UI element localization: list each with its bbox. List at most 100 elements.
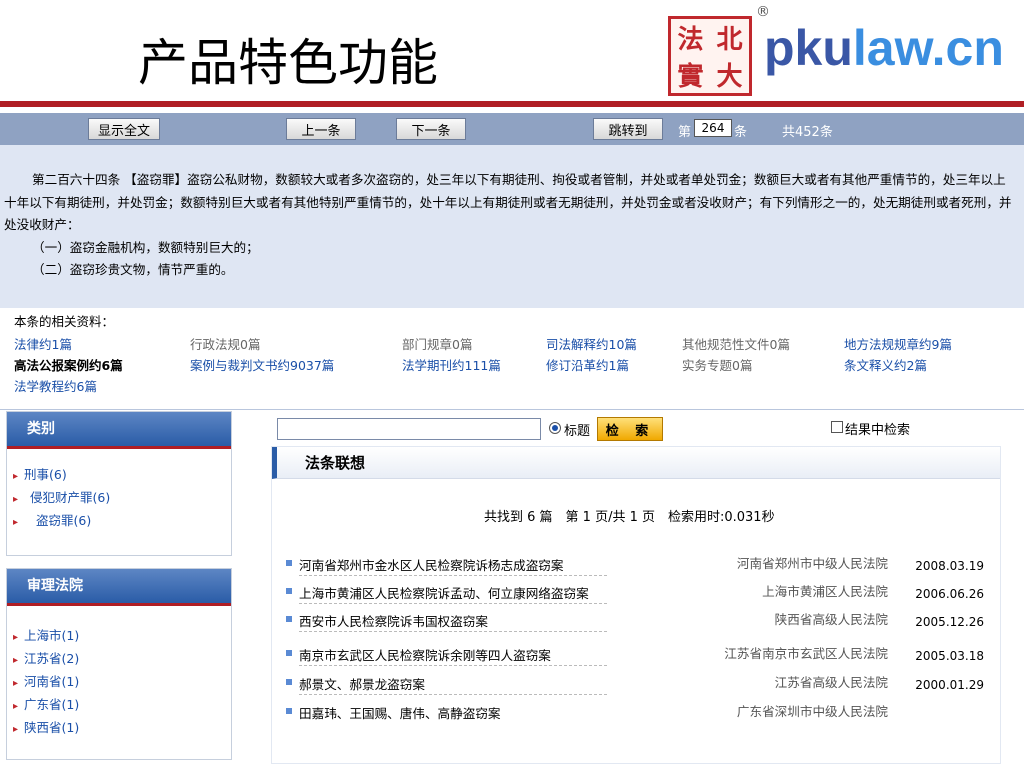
- article-paragraph: 第二百六十四条 【盗窃罪】盗窃公私财物，数额较大或者多次盗窃的，处三年以下有期徒…: [4, 172, 1012, 232]
- related-link-laws[interactable]: 法律约1篇: [14, 334, 72, 353]
- result-row: 田嘉玮、王国赐、唐伟、高静盗窃案 广东省深圳市中级人民法院: [286, 701, 992, 725]
- category-item[interactable]: ▸ 刑事(6): [13, 463, 231, 486]
- category-panel: 类别 ▸ 刑事(6) ▸ 侵犯财产罪(6) ▸ 盗窃罪(6): [6, 411, 232, 556]
- pkulaw-wordmark: pkulaw.cn: [764, 18, 1004, 78]
- related-link-practice-topics[interactable]: 实务专题0篇: [682, 355, 752, 374]
- court-item[interactable]: ▸ 江苏省(2): [13, 647, 231, 670]
- result-title-link[interactable]: 田嘉玮、王国赐、唐伟、高静盗窃案: [299, 703, 501, 722]
- seal-char: 法: [677, 25, 704, 55]
- result-date: 2005.12.26: [915, 615, 984, 629]
- related-link-journals[interactable]: 法学期刊约111篇: [402, 355, 501, 374]
- court-label: 江苏省(2): [24, 651, 80, 666]
- row-divider: [299, 631, 607, 632]
- court-label: 陕西省(1): [24, 720, 80, 735]
- result-row: 上海市黄浦区人民检察院诉孟动、何立康网络盗窃案 上海市黄浦区人民法院 2006.…: [286, 581, 992, 605]
- related-link-local-regs[interactable]: 地方法规规章约9篇: [844, 334, 952, 353]
- row-divider: [299, 603, 607, 604]
- arrow-right-icon: ▸: [13, 494, 19, 505]
- court-item[interactable]: ▸ 河南省(1): [13, 670, 231, 693]
- goto-button[interactable]: 跳转到: [593, 118, 663, 140]
- result-date: 2000.01.29: [915, 678, 984, 692]
- court-label: 广东省(1): [24, 697, 80, 712]
- results-panel: 法条联想 共找到 6 篇 第 1 页/共 1 页 检索用时:0.031秒 河南省…: [271, 446, 1001, 764]
- title-radio[interactable]: [549, 422, 561, 434]
- category-label: 侵犯财产罪(6): [30, 490, 111, 505]
- court-item[interactable]: ▸ 陕西省(1): [13, 716, 231, 739]
- result-date: 2005.03.18: [915, 649, 984, 663]
- title-divider: [0, 101, 1024, 107]
- category-label: 刑事(6): [24, 467, 67, 482]
- related-link-textbooks[interactable]: 法学教程约6篇: [14, 376, 97, 395]
- row-divider: [299, 694, 607, 695]
- article-navbar: 显示全文 上一条 下一条 跳转到 第 264 条 共452条: [0, 113, 1024, 145]
- bullet-icon: [286, 588, 292, 594]
- arrow-right-icon: ▸: [13, 701, 19, 712]
- bullet-icon: [286, 616, 292, 622]
- slide-title: 产品特色功能: [138, 34, 438, 92]
- search-within-results-label: 结果中检索: [845, 423, 911, 438]
- result-court: 江苏省高级人民法院: [774, 675, 888, 690]
- related-link-admin-regs[interactable]: 行政法规0篇: [190, 334, 260, 353]
- court-item[interactable]: ▸ 广东省(1): [13, 693, 231, 716]
- category-title: 类别: [7, 412, 231, 449]
- seal-char: 北: [716, 25, 743, 55]
- wordmark-law: law.cn: [852, 20, 1004, 76]
- wordmark-pk: pku: [764, 20, 853, 76]
- court-label: 河南省(1): [24, 674, 80, 689]
- prev-item-button[interactable]: 上一条: [286, 118, 356, 140]
- result-date: 2008.03.19: [915, 559, 984, 573]
- related-materials: 本条的相关资料： 法律约1篇 行政法规0篇 部门规章0篇 司法解释约10篇 其他…: [14, 312, 1014, 395]
- category-item[interactable]: ▸ 侵犯财产罪(6): [13, 486, 231, 509]
- seal-char: 實: [677, 62, 704, 92]
- bullet-icon: [286, 650, 292, 656]
- arrow-right-icon: ▸: [13, 655, 19, 666]
- result-court: 河南省郑州市中级人民法院: [736, 556, 888, 571]
- court-title: 审理法院: [7, 569, 231, 606]
- article-item: （二）盗窃珍贵文物，情节严重的。: [32, 262, 234, 277]
- court-item[interactable]: ▸ 上海市(1): [13, 624, 231, 647]
- related-link-other-normative-docs[interactable]: 其他规范性文件0篇: [682, 334, 790, 353]
- result-court: 陕西省高级人民法院: [774, 612, 888, 627]
- result-date: 2006.06.26: [915, 587, 984, 601]
- total-count: 共452条: [782, 125, 833, 140]
- article-item: （一）盗窃金融机构，数额特别巨大的；: [32, 239, 259, 255]
- pkulaw-seal-logo: 法 北 實 大: [668, 16, 752, 96]
- arrow-right-icon: ▸: [13, 517, 19, 528]
- arrow-right-icon: ▸: [13, 724, 19, 735]
- result-title-link[interactable]: 上海市黄浦区人民检察院诉孟动、何立康网络盗窃案: [299, 583, 589, 602]
- related-link-annotations[interactable]: 条文释义约2篇: [844, 355, 927, 374]
- court-label: 上海市(1): [24, 628, 80, 643]
- result-title-link[interactable]: 郝景文、郝景龙盗窃案: [299, 674, 425, 693]
- arrow-right-icon: ▸: [13, 678, 19, 689]
- result-title-link[interactable]: 南京市玄武区人民检察院诉余刚等四人盗窃案: [299, 645, 551, 664]
- search-input[interactable]: [277, 418, 541, 440]
- results-heading: 法条联想: [272, 447, 1000, 479]
- result-row: 郝景文、郝景龙盗窃案 江苏省高级人民法院 2000.01.29: [286, 672, 992, 696]
- result-court: 上海市黄浦区人民法院: [762, 584, 888, 599]
- row-divider: [299, 575, 607, 576]
- related-link-judicial-interpretations[interactable]: 司法解释约10篇: [546, 334, 637, 353]
- arrow-right-icon: ▸: [13, 632, 19, 643]
- search-button[interactable]: 检 索: [597, 417, 663, 441]
- results-summary: 共找到 6 篇 第 1 页/共 1 页 检索用时:0.031秒: [484, 510, 775, 525]
- related-link-revision-history[interactable]: 修订沿革约1篇: [546, 355, 629, 374]
- related-link-dept-rules[interactable]: 部门规章0篇: [402, 334, 472, 353]
- result-court: 广东省深圳市中级人民法院: [736, 704, 888, 719]
- goto-suffix: 条: [734, 125, 748, 140]
- search-within-results-checkbox[interactable]: [831, 421, 843, 433]
- next-item-button[interactable]: 下一条: [396, 118, 466, 140]
- show-full-text-button[interactable]: 显示全文: [88, 118, 160, 140]
- related-link-gazette-cases[interactable]: 高法公报案例约6篇: [14, 355, 123, 374]
- result-title-link[interactable]: 河南省郑州市金水区人民检察院诉杨志成盗窃案: [299, 555, 563, 574]
- goto-item-input[interactable]: 264: [694, 119, 732, 137]
- row-divider: [299, 665, 607, 666]
- result-row: 河南省郑州市金水区人民检察院诉杨志成盗窃案 河南省郑州市中级人民法院 2008.…: [286, 553, 992, 577]
- arrow-right-icon: ▸: [13, 471, 19, 482]
- goto-prefix: 第: [678, 125, 692, 140]
- related-heading: 本条的相关资料：: [14, 314, 115, 329]
- result-row: 西安市人民检察院诉韦国权盗窃案 陕西省高级人民法院 2005.12.26: [286, 609, 992, 633]
- related-link-judgments[interactable]: 案例与裁判文书约9037篇: [190, 355, 334, 374]
- result-title-link[interactable]: 西安市人民检察院诉韦国权盗窃案: [299, 611, 488, 630]
- section-divider: [0, 409, 1024, 410]
- category-item[interactable]: ▸ 盗窃罪(6): [13, 509, 231, 532]
